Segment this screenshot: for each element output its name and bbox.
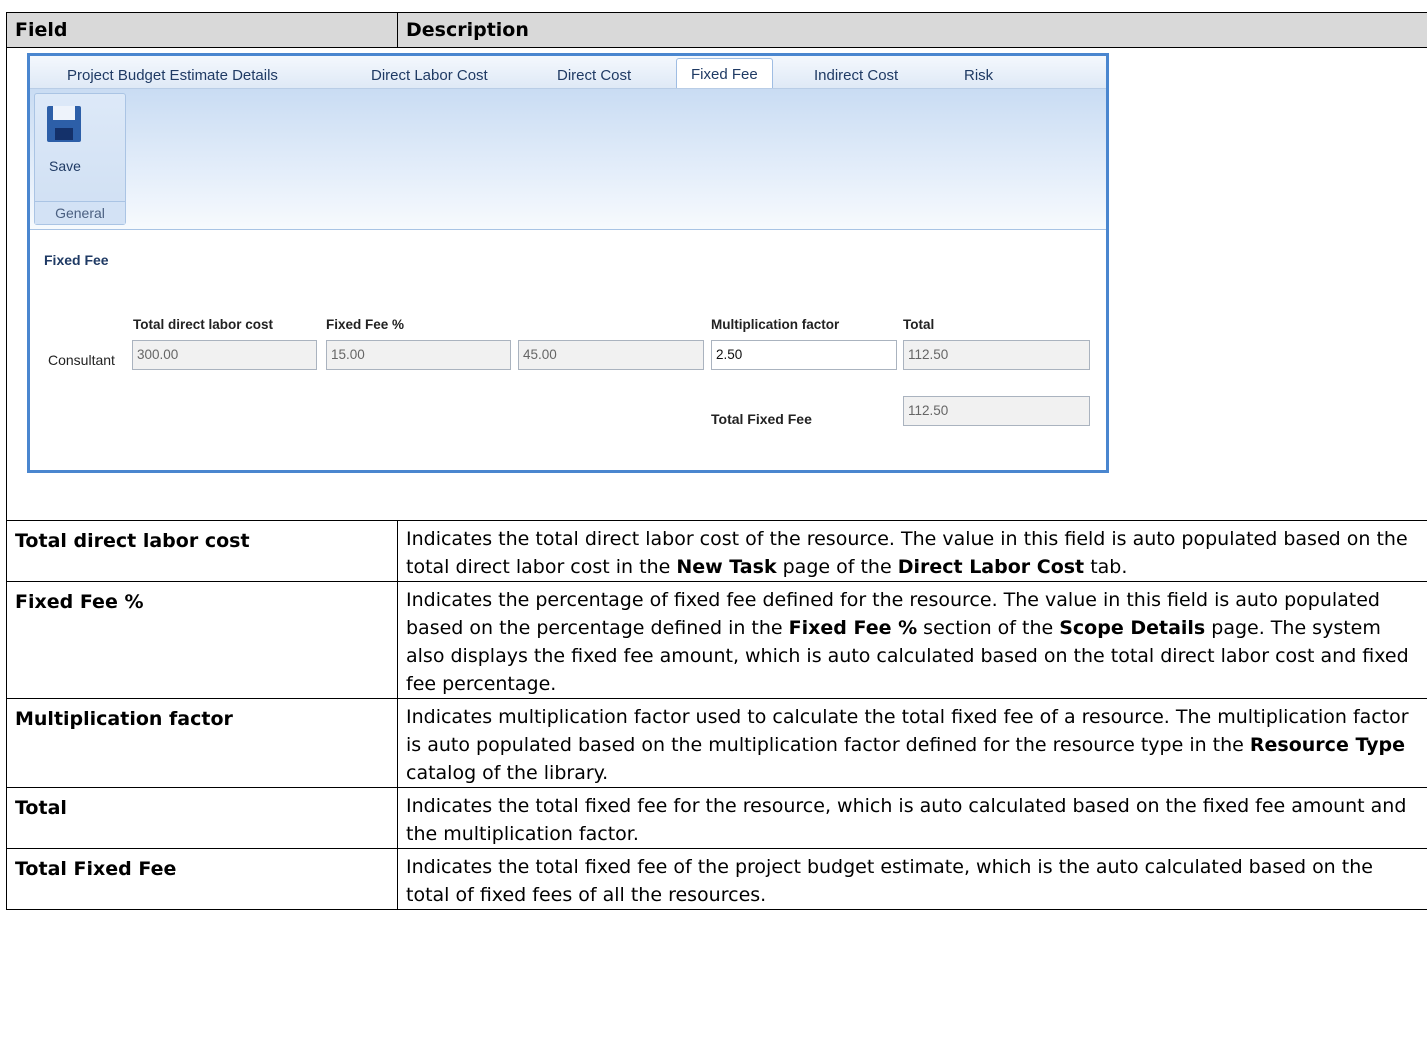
total-fixed-fee-field[interactable]: 112.50 <box>903 396 1090 426</box>
field-description: Indicates the percentage of fixed fee de… <box>397 581 1427 699</box>
tab-project-budget-estimate-details[interactable]: Project Budget Estimate Details <box>67 64 278 88</box>
tab-bar: Project Budget Estimate Details Direct L… <box>30 56 1106 89</box>
col-header-fixed-fee-pct: Fixed Fee % <box>326 317 405 332</box>
row-label-consultant: Consultant <box>48 352 115 368</box>
tab-risk[interactable]: Risk <box>964 64 993 88</box>
field-description: Indicates the total fixed fee of the pro… <box>397 848 1427 910</box>
save-label: Save <box>49 158 81 174</box>
fixed-fee-pct-field[interactable]: 15.00 <box>326 340 511 370</box>
field-name: Multiplication factor <box>6 698 398 788</box>
field-name: Total direct labor cost <box>6 520 398 582</box>
header-description: Description <box>397 12 1427 48</box>
section-title: Fixed Fee <box>44 252 109 268</box>
tab-direct-cost[interactable]: Direct Cost <box>557 64 631 88</box>
tab-fixed-fee[interactable]: Fixed Fee <box>676 58 773 88</box>
floppy-disk-icon <box>47 106 81 142</box>
ribbon-group-general: Save General <box>34 93 126 225</box>
field-description: Indicates the total fixed fee for the re… <box>397 787 1427 849</box>
total-fixed-fee-label: Total Fixed Fee <box>711 411 812 427</box>
total-direct-labor-cost-field[interactable]: 300.00 <box>132 340 317 370</box>
field-description: Indicates the total direct labor cost of… <box>397 520 1427 582</box>
multiplication-factor-field[interactable]: 2.50 <box>711 340 897 370</box>
field-description-table: Field Description Project Budget Estimat… <box>6 12 1427 910</box>
tab-indirect-cost[interactable]: Indirect Cost <box>814 64 898 88</box>
total-field[interactable]: 112.50 <box>903 340 1090 370</box>
ribbon: Save General <box>30 89 1106 230</box>
fixed-fee-amount-field[interactable]: 45.00 <box>518 340 704 370</box>
col-header-total-direct-labor-cost: Total direct labor cost <box>133 317 274 332</box>
save-button[interactable]: Save <box>45 102 95 174</box>
tab-direct-labor-cost[interactable]: Direct Labor Cost <box>371 64 488 88</box>
header-field: Field <box>6 12 398 48</box>
col-header-multiplication-factor: Multiplication factor <box>711 317 840 332</box>
ribbon-group-label: General <box>35 201 125 224</box>
field-name: Total Fixed Fee <box>6 848 398 910</box>
field-description: Indicates multiplication factor used to … <box>397 698 1427 788</box>
field-name: Fixed Fee % <box>6 581 398 699</box>
screenshot-cell: Project Budget Estimate Details Direct L… <box>6 47 1427 521</box>
col-header-total: Total <box>903 317 935 332</box>
field-name: Total <box>6 787 398 849</box>
fixed-fee-screenshot: Project Budget Estimate Details Direct L… <box>27 53 1109 473</box>
